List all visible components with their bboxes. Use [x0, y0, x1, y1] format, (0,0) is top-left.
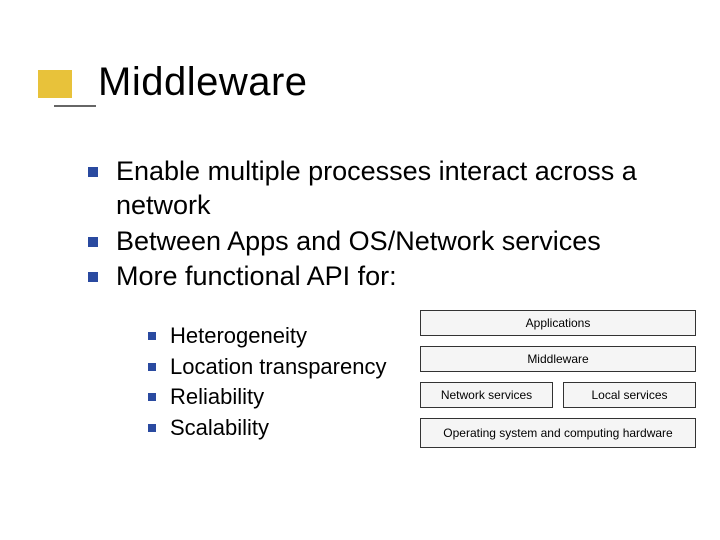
- list-item: Heterogeneity: [148, 322, 386, 351]
- square-bullet-icon: [88, 272, 98, 282]
- list-item: Location transparency: [148, 353, 386, 382]
- square-bullet-icon: [148, 424, 156, 432]
- list-item: Reliability: [148, 383, 386, 412]
- list-item-text: Heterogeneity: [170, 322, 307, 351]
- bullet-list-level2: Heterogeneity Location transparency Reli…: [148, 322, 386, 444]
- diagram-box-network-services: Network services: [420, 382, 553, 408]
- diagram-row: Middleware: [420, 346, 696, 372]
- list-item-text: Scalability: [170, 414, 269, 443]
- list-item-text: Enable multiple processes interact acros…: [116, 155, 688, 223]
- list-item: Scalability: [148, 414, 386, 443]
- square-bullet-icon: [148, 332, 156, 340]
- diagram-box-applications: Applications: [420, 310, 696, 336]
- list-item: Enable multiple processes interact acros…: [88, 155, 688, 223]
- slide: Middleware Enable multiple processes int…: [0, 0, 720, 540]
- list-item-text: More functional API for:: [116, 260, 397, 294]
- diagram-box-os-hardware: Operating system and computing hardware: [420, 418, 696, 448]
- list-item: More functional API for:: [88, 260, 688, 294]
- title-accent-rule: [54, 105, 96, 107]
- title-accent-square: [38, 70, 72, 98]
- square-bullet-icon: [148, 363, 156, 371]
- diagram-row: Network services Local services: [420, 382, 696, 408]
- list-item-text: Between Apps and OS/Network services: [116, 225, 601, 259]
- list-item-text: Location transparency: [170, 353, 386, 382]
- list-item: Between Apps and OS/Network services: [88, 225, 688, 259]
- slide-title: Middleware: [98, 60, 308, 105]
- diagram-row: Applications: [420, 310, 696, 336]
- bullet-list-level1: Enable multiple processes interact acros…: [88, 155, 688, 296]
- square-bullet-icon: [88, 167, 98, 177]
- list-item-text: Reliability: [170, 383, 264, 412]
- diagram-box-middleware: Middleware: [420, 346, 696, 372]
- diagram-box-local-services: Local services: [563, 382, 696, 408]
- square-bullet-icon: [148, 393, 156, 401]
- square-bullet-icon: [88, 237, 98, 247]
- architecture-diagram: Applications Middleware Network services…: [420, 310, 696, 458]
- diagram-row: Operating system and computing hardware: [420, 418, 696, 448]
